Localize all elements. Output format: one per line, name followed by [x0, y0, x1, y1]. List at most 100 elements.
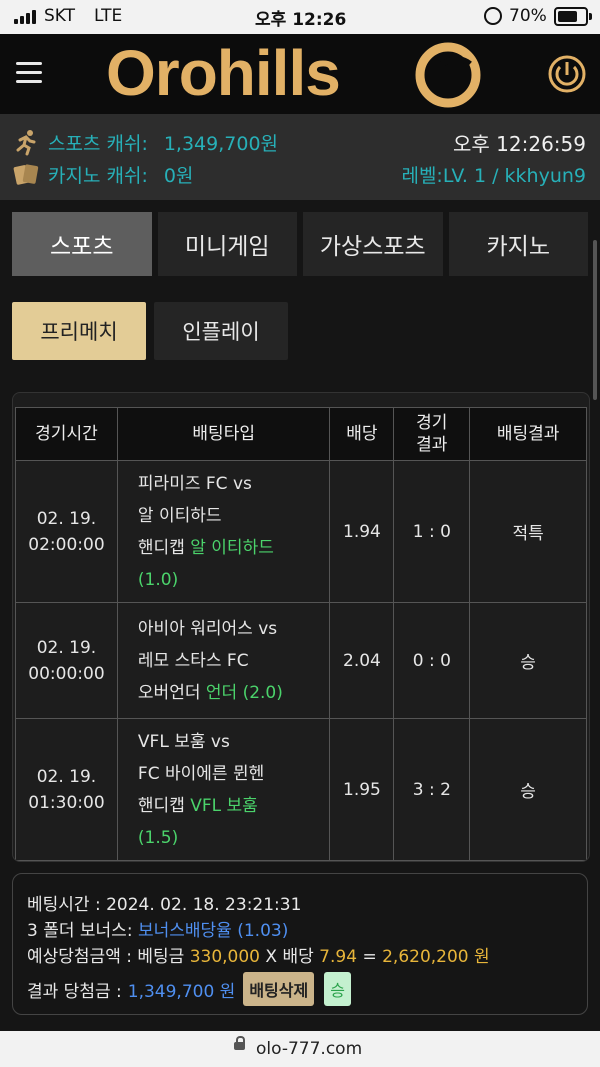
table-row: 02. 19. 00:00:00 아비아 워리어스 vs 레모 스타스 FC 오버…: [15, 602, 587, 719]
tab-inplay[interactable]: 인플레이: [154, 302, 288, 360]
sports-cash-value: 1,349,700원: [163, 132, 279, 155]
match-date: 02. 19.: [36, 766, 97, 787]
stake-value: 330,000: [189, 947, 261, 967]
battery-percent: 70%: [509, 6, 547, 26]
main-tabs: 스포츠 미니게임 가상스포츠 카지노: [12, 212, 588, 276]
column-header-bet-result: 배팅결과: [469, 407, 587, 461]
server-clock: 오후 12:26:59: [453, 132, 586, 156]
hamburger-menu-icon[interactable]: [16, 62, 42, 84]
match-teams-line1: 피라미즈 FC vs: [137, 473, 252, 494]
match-teams-line2: 레모 스타스 FC: [137, 650, 249, 671]
result-value: 1,349,700 원: [127, 981, 236, 1002]
scrollbar[interactable]: [593, 240, 597, 400]
user-info-panel: 스포츠 캐쉬: 1,349,700원 카지노 캐쉬: 0원 오후 12:26:5…: [0, 114, 600, 200]
match-clock: 01:30:00: [28, 792, 105, 813]
table-row: 02. 19. 01:30:00 VFL 보훔 vs FC 바이에른 뮌헨 핸디캡…: [15, 718, 587, 861]
bet-pick: 언더: [205, 682, 238, 703]
user-level: 레벨:LV. 1 / kkhyun9: [401, 165, 586, 187]
match-date: 02. 19.: [36, 637, 97, 658]
table-row: 02. 19. 02:00:00 피라미즈 FC vs 알 이티하드 핸디캡 알 …: [15, 460, 587, 603]
match-teams-line2: 알 이티하드: [137, 505, 222, 526]
battery-icon: [554, 7, 592, 26]
bet-result-cell: 적특: [469, 460, 587, 603]
url-text[interactable]: olo-777.com: [256, 1039, 362, 1059]
bet-type-cell: 피라미즈 FC vs 알 이티하드 핸디캡 알 이티하드 (1.0): [116, 460, 331, 603]
equals-sign: =: [362, 947, 377, 967]
match-teams-line1: VFL 보훔 vs: [137, 731, 230, 752]
match-clock: 02:00:00: [28, 534, 105, 555]
match-time: 02. 19. 02:00:00: [15, 460, 118, 603]
tab-prematch[interactable]: 프리메치: [12, 302, 146, 360]
bet-pick: VFL 보훔: [190, 795, 258, 816]
expected-payout-value: 2,620,200 원: [382, 947, 490, 967]
bet-market: 핸디캡: [137, 795, 185, 816]
odds-multiplier-label: X 배당: [265, 947, 314, 967]
expected-label: 예상당첨금액 : 베팅금: [27, 947, 185, 967]
bet-line: (1.5): [137, 827, 179, 848]
orientation-lock-icon: [484, 7, 502, 25]
match-time: 02. 19. 00:00:00: [15, 602, 118, 719]
bet-time-label: 베팅시간 :: [27, 895, 101, 915]
odds-cell: 1.94: [329, 460, 395, 603]
score-cell: 3 : 2: [393, 718, 471, 861]
network-label: LTE: [94, 6, 123, 26]
tab-casino[interactable]: 카지노: [448, 212, 588, 276]
lock-icon: [234, 1036, 245, 1050]
bet-summary: 베팅시간 : 2024. 02. 18. 23:21:31 3 폴더 보너스: …: [12, 873, 588, 1015]
bonus-value: 보너스배당율 (1.03): [137, 921, 289, 941]
total-odds-value: 7.94: [319, 947, 358, 967]
delete-bet-button[interactable]: 배팅삭제: [243, 972, 315, 1006]
runner-icon: [16, 130, 36, 156]
status-bar: SKT LTE 오후 12:26 70%: [0, 0, 600, 34]
signal-icon: [14, 8, 36, 24]
sub-tabs: 프리메치 인플레이: [12, 302, 288, 360]
score-header-line2: 결과: [416, 435, 448, 455]
site-logo[interactable]: Orohills: [106, 36, 341, 110]
status-time: 오후 12:26: [255, 10, 347, 30]
match-teams-line1: 아비아 워리어스 vs: [137, 618, 278, 639]
column-header-bet-type: 배팅타입: [116, 407, 331, 461]
bet-market: 오버언더: [137, 682, 201, 703]
odds-cell: 2.04: [329, 602, 395, 719]
match-teams-line2: FC 바이에른 뮌헨: [137, 763, 265, 784]
logo-ring-icon: [415, 42, 481, 108]
bet-type-cell: 아비아 워리어스 vs 레모 스타스 FC 오버언더 언더 (2.0): [116, 602, 331, 719]
tab-virtual-sports[interactable]: 가상스포츠: [303, 212, 443, 276]
expected-payout-line: 예상당첨금액 : 베팅금 330,000 X 배당 7.94 = 2,620,2…: [27, 942, 490, 967]
bet-market: 핸디캡: [137, 537, 185, 558]
carrier-label: SKT: [44, 6, 76, 26]
bet-table: 경기시간 배팅타입 배당 경기 결과 배팅결과 02. 19. 02:00:00 피…: [15, 407, 587, 861]
bet-line: (2.0): [242, 682, 283, 703]
sports-cash-label: 스포츠 캐쉬:: [48, 132, 148, 155]
match-date: 02. 19.: [36, 508, 97, 529]
bet-result-cell: 승: [469, 602, 587, 719]
bet-time-line: 베팅시간 : 2024. 02. 18. 23:21:31: [27, 890, 301, 915]
column-header-time: 경기시간: [15, 407, 118, 461]
browser-url-bar[interactable]: olo-777.com: [0, 1031, 600, 1067]
bonus-line: 3 폴더 보너스: 보너스배당율 (1.03): [27, 916, 288, 941]
result-label: 결과 당첨금 :: [27, 981, 122, 1002]
power-logout-icon[interactable]: [547, 54, 587, 94]
match-clock: 00:00:00: [28, 663, 105, 684]
column-header-score: 경기 결과: [393, 407, 471, 461]
bet-pick: 알 이티하드: [190, 537, 274, 558]
score-cell: 1 : 0: [393, 460, 471, 603]
bet-slip-card: 경기시간 배팅타입 배당 경기 결과 배팅결과 02. 19. 02:00:00 피…: [12, 392, 590, 862]
result-line: 결과 당첨금 : 1,349,700 원 배팅삭제 승: [27, 972, 351, 1006]
tab-minigame[interactable]: 미니게임: [157, 212, 297, 276]
odds-cell: 1.95: [329, 718, 395, 861]
casino-cash-label: 카지노 캐쉬:: [48, 164, 148, 187]
bet-time-value: 2024. 02. 18. 23:21:31: [106, 895, 302, 915]
win-status-badge: 승: [324, 972, 351, 1006]
tab-sports[interactable]: 스포츠: [12, 212, 152, 276]
bet-type-cell: VFL 보훔 vs FC 바이에른 뮌헨 핸디캡 VFL 보훔 (1.5): [116, 718, 331, 861]
match-time: 02. 19. 01:30:00: [15, 718, 118, 861]
score-header-line1: 경기: [416, 413, 448, 433]
column-header-odds: 배당: [329, 407, 395, 461]
casino-cash-value: 0원: [163, 164, 194, 187]
cards-icon: [13, 164, 39, 185]
bet-line: (1.0): [137, 569, 179, 590]
bet-result-cell: 승: [469, 718, 587, 861]
site-header: Orohills: [0, 34, 600, 114]
table-header-row: 경기시간 배팅타입 배당 경기 결과 배팅결과: [15, 407, 587, 461]
